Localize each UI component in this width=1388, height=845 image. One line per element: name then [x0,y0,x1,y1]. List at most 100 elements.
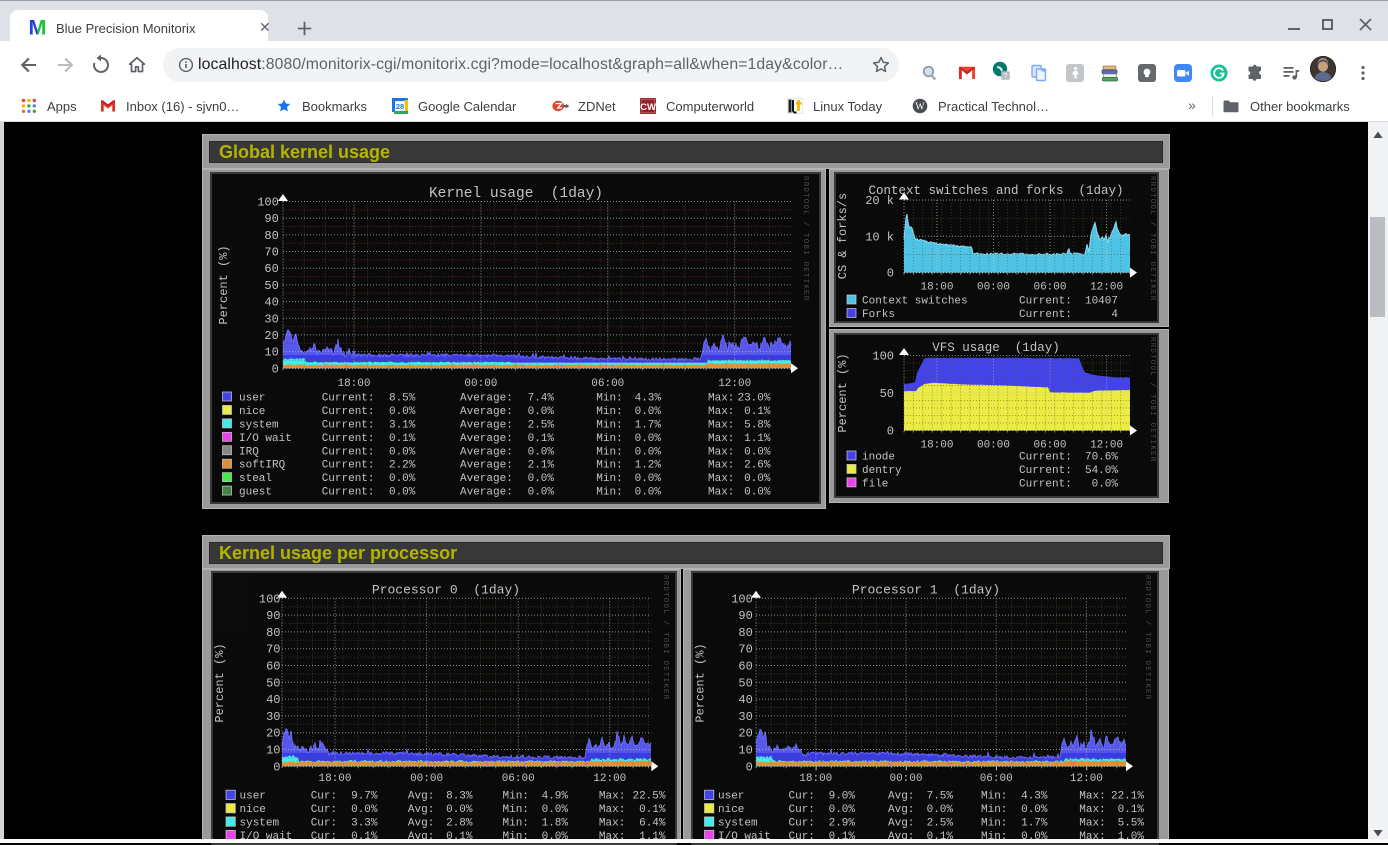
svg-text:Avg:: Avg: [408,804,434,816]
svg-text:12:00: 12:00 [1070,773,1103,785]
svg-text:Cur:: Cur: [311,804,337,816]
svg-text:Current:: Current: [322,406,375,418]
svg-text:Cur:: Cur: [789,804,815,816]
svg-text:0.1%: 0.1% [639,804,666,816]
svg-text:Min:: Min: [503,804,529,816]
svg-text:Max:: Max: [708,433,734,445]
svg-text:Current:: Current: [322,487,375,499]
svg-text:Max:: Max: [708,460,734,472]
svg-text:30: 30 [266,710,280,724]
svg-text:70: 70 [738,643,752,657]
svg-text:00:00: 00:00 [977,281,1010,293]
svg-text:nice: nice [240,804,266,816]
svg-text:Max:: Max: [1079,791,1105,803]
svg-text:Min:: Min: [981,817,1007,829]
svg-text:RRDTOOL / TOBI OETIKER: RRDTOOL / TOBI OETIKER [1148,337,1156,462]
svg-text:4.9%: 4.9% [542,791,569,803]
svg-text:Avg:: Avg: [888,791,914,803]
svg-text:Average:: Average: [460,406,513,418]
svg-text:22.5%: 22.5% [632,791,665,803]
svg-text:18:00: 18:00 [337,378,370,390]
svg-text:7.5%: 7.5% [927,791,954,803]
svg-text:70: 70 [266,643,280,657]
svg-text:10: 10 [266,744,280,758]
svg-text:Max:: Max: [1079,817,1105,829]
svg-text:40: 40 [266,693,280,707]
svg-text:Min:: Min: [596,433,622,445]
svg-text:60: 60 [266,660,280,674]
svg-text:90: 90 [264,212,278,226]
svg-text:1.7%: 1.7% [1021,817,1048,829]
svg-text:Average:: Average: [460,433,513,445]
svg-text:00:00: 00:00 [977,439,1010,451]
svg-text:0.0%: 0.0% [635,446,662,458]
svg-text:system: system [240,817,280,829]
svg-text:file: file [862,478,888,490]
svg-text:Percent (%): Percent (%) [694,643,708,722]
svg-text:22.1%: 22.1% [1111,791,1144,803]
svg-text:0.0%: 0.0% [389,473,416,485]
svg-text:0.0%: 0.0% [635,487,662,499]
svg-text:6.4%: 6.4% [639,817,666,829]
svg-text:system: system [239,419,279,431]
svg-text:CS & forks/s: CS & forks/s [836,193,850,279]
svg-text:80: 80 [738,626,752,640]
svg-text:Cur:: Cur: [789,817,815,829]
svg-text:RRDTOOL / TOBI OETIKER: RRDTOOL / TOBI OETIKER [801,176,809,301]
svg-text:06:00: 06:00 [502,773,535,785]
svg-text:06:00: 06:00 [1033,281,1066,293]
svg-text:Min:: Min: [596,460,622,472]
svg-text:10: 10 [738,744,752,758]
svg-text:Cur:: Cur: [311,817,337,829]
svg-text:0.0%: 0.0% [744,446,771,458]
svg-text:0.0%: 0.0% [635,406,662,418]
svg-text:Min:: Min: [981,804,1007,816]
svg-text:10407: 10407 [1085,296,1118,308]
svg-text:Current:: Current: [322,433,375,445]
svg-text:guest: guest [239,487,272,499]
svg-text:0.0%: 0.0% [351,804,378,816]
svg-text:Percent (%): Percent (%) [217,245,231,324]
svg-text:nice: nice [239,406,265,418]
svg-text:06:00: 06:00 [1033,439,1066,451]
svg-text:Processor 0 (1day): Processor 0 (1day) [372,583,520,598]
svg-text:Kernel usage (1day): Kernel usage (1day) [429,186,603,202]
svg-text:dentry: dentry [862,465,902,477]
svg-text:Min:: Min: [503,791,529,803]
svg-text:9.0%: 9.0% [829,791,856,803]
svg-text:20: 20 [738,727,752,741]
svg-text:Avg:: Avg: [888,817,914,829]
svg-text:Current:: Current: [1019,478,1072,490]
svg-text:1.8%: 1.8% [542,817,569,829]
svg-text:user: user [718,791,744,803]
svg-text:60: 60 [738,660,752,674]
svg-text:Average:: Average: [460,419,513,431]
svg-text:1.7%: 1.7% [635,419,662,431]
svg-text:20: 20 [264,329,278,343]
svg-text:nice: nice [718,804,744,816]
svg-text:inode: inode [862,452,895,464]
svg-text:Max:: Max: [708,419,734,431]
svg-text:4.3%: 4.3% [1021,791,1048,803]
svg-text:Current:: Current: [322,446,375,458]
svg-text:Current:: Current: [322,460,375,472]
svg-text:0.0%: 0.0% [389,446,416,458]
svg-text:0.0%: 0.0% [829,804,856,816]
svg-text:I/O wait: I/O wait [239,433,292,445]
svg-text:12:00: 12:00 [1090,439,1123,451]
svg-text:Percent (%): Percent (%) [213,643,227,722]
svg-text:IRQ: IRQ [239,446,259,458]
svg-text:0.0%: 0.0% [635,473,662,485]
svg-text:Current:: Current: [1019,296,1072,308]
svg-text:18:00: 18:00 [920,281,953,293]
svg-text:RRDTOOL / TOBI OETIKER: RRDTOOL / TOBI OETIKER [661,575,669,700]
svg-text:0.1%: 0.1% [389,433,416,445]
svg-text:0: 0 [746,760,753,774]
svg-text:Current:: Current: [322,393,375,405]
svg-text:0.0%: 0.0% [528,446,555,458]
svg-text:Min:: Min: [596,406,622,418]
svg-text:Processor 1 (1day): Processor 1 (1day) [852,583,1000,598]
svg-text:Context switches and forks (1: Context switches and forks (1day) [868,184,1123,198]
svg-text:0.0%: 0.0% [528,406,555,418]
svg-text:0: 0 [273,760,280,774]
